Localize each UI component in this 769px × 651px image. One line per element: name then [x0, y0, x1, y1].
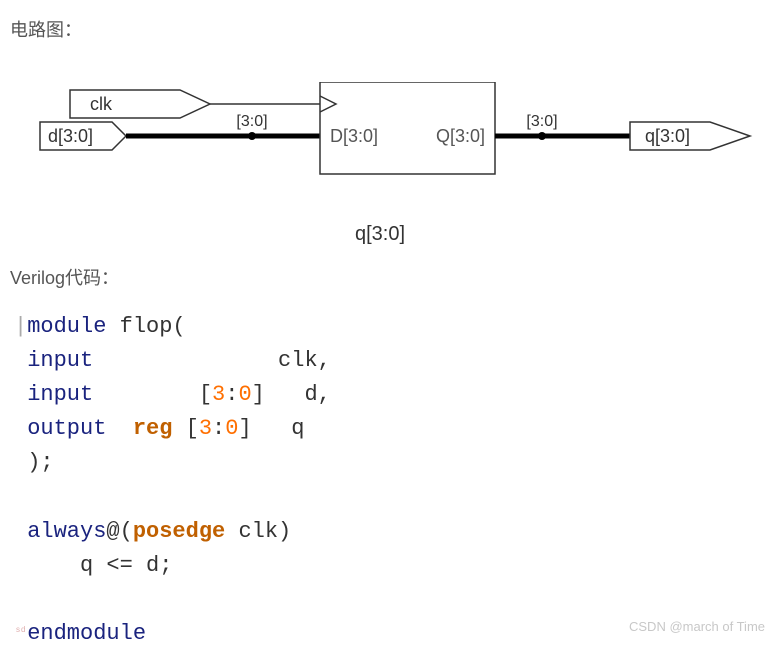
verilog-code: |module flop( input clk, input [3:0] d, …: [10, 310, 769, 651]
heading-code: Verilog代码：: [10, 264, 769, 290]
clk-label: clk: [90, 94, 113, 114]
port-q-label: Q[3:0]: [436, 126, 485, 146]
q-label: q[3:0]: [645, 126, 690, 146]
diagram-caption: q[3:0]: [10, 223, 750, 246]
d-label: d[3:0]: [48, 126, 93, 146]
bus-out-label: [3:0]: [526, 113, 557, 130]
watermark: CSDN @march of Time: [629, 619, 765, 634]
heading-diagram: 电路图：: [10, 16, 769, 42]
circuit-diagram: clk d[3:0] [3:0] D[3:0] Q[3:0] [3:0] q[3…: [20, 82, 760, 202]
tiny-mark: sd: [16, 625, 26, 634]
bus-in-label: [3:0]: [236, 113, 267, 130]
port-d-label: D[3:0]: [330, 126, 378, 146]
